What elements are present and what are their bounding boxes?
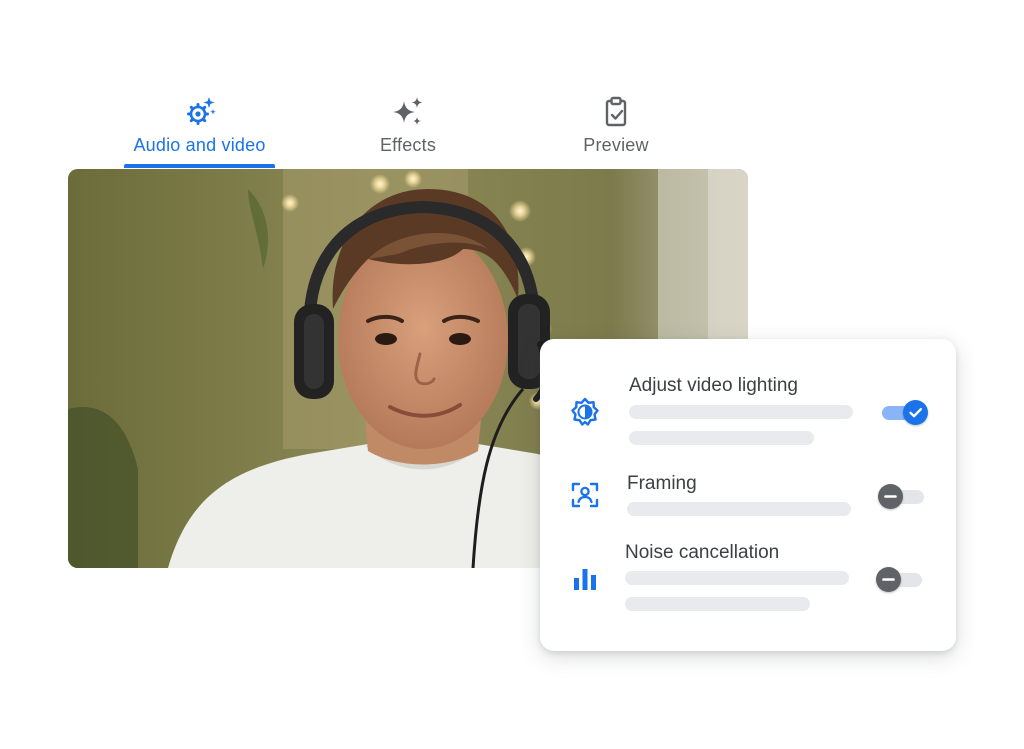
sparkles-icon: [393, 97, 423, 125]
tab-effects[interactable]: Effects: [358, 95, 458, 156]
placeholder-line: [629, 431, 814, 445]
bar-chart-icon: [574, 569, 596, 590]
placeholder-line: [629, 405, 853, 419]
minus-icon: [876, 567, 901, 592]
framing-icon: [571, 482, 599, 508]
settings-sparkle-icon: [186, 97, 216, 125]
tab-label: Preview: [583, 135, 649, 155]
framing-toggle[interactable]: [878, 482, 928, 510]
placeholder-line: [625, 597, 810, 611]
tab-preview[interactable]: Preview: [566, 95, 666, 156]
tab-audio-and-video[interactable]: Audio and video: [124, 95, 275, 156]
lighting-toggle[interactable]: [878, 398, 928, 426]
brightness-icon: [571, 397, 599, 426]
minus-icon: [878, 484, 903, 509]
noise-cancellation-toggle[interactable]: [876, 565, 926, 593]
settings-card: Adjust video lighting Framing Noise canc…: [540, 339, 956, 651]
setting-title-framing: Framing: [627, 473, 697, 494]
placeholder-line: [625, 571, 849, 585]
active-tab-indicator: [124, 164, 275, 168]
placeholder-line: [627, 502, 851, 516]
tab-label: Audio and video: [133, 135, 266, 155]
setting-title-noise-cancellation: Noise cancellation: [625, 542, 780, 563]
clipboard-check-icon: [605, 96, 627, 127]
tab-label: Effects: [379, 135, 437, 155]
check-icon: [903, 400, 928, 425]
setting-title-lighting: Adjust video lighting: [629, 375, 798, 396]
